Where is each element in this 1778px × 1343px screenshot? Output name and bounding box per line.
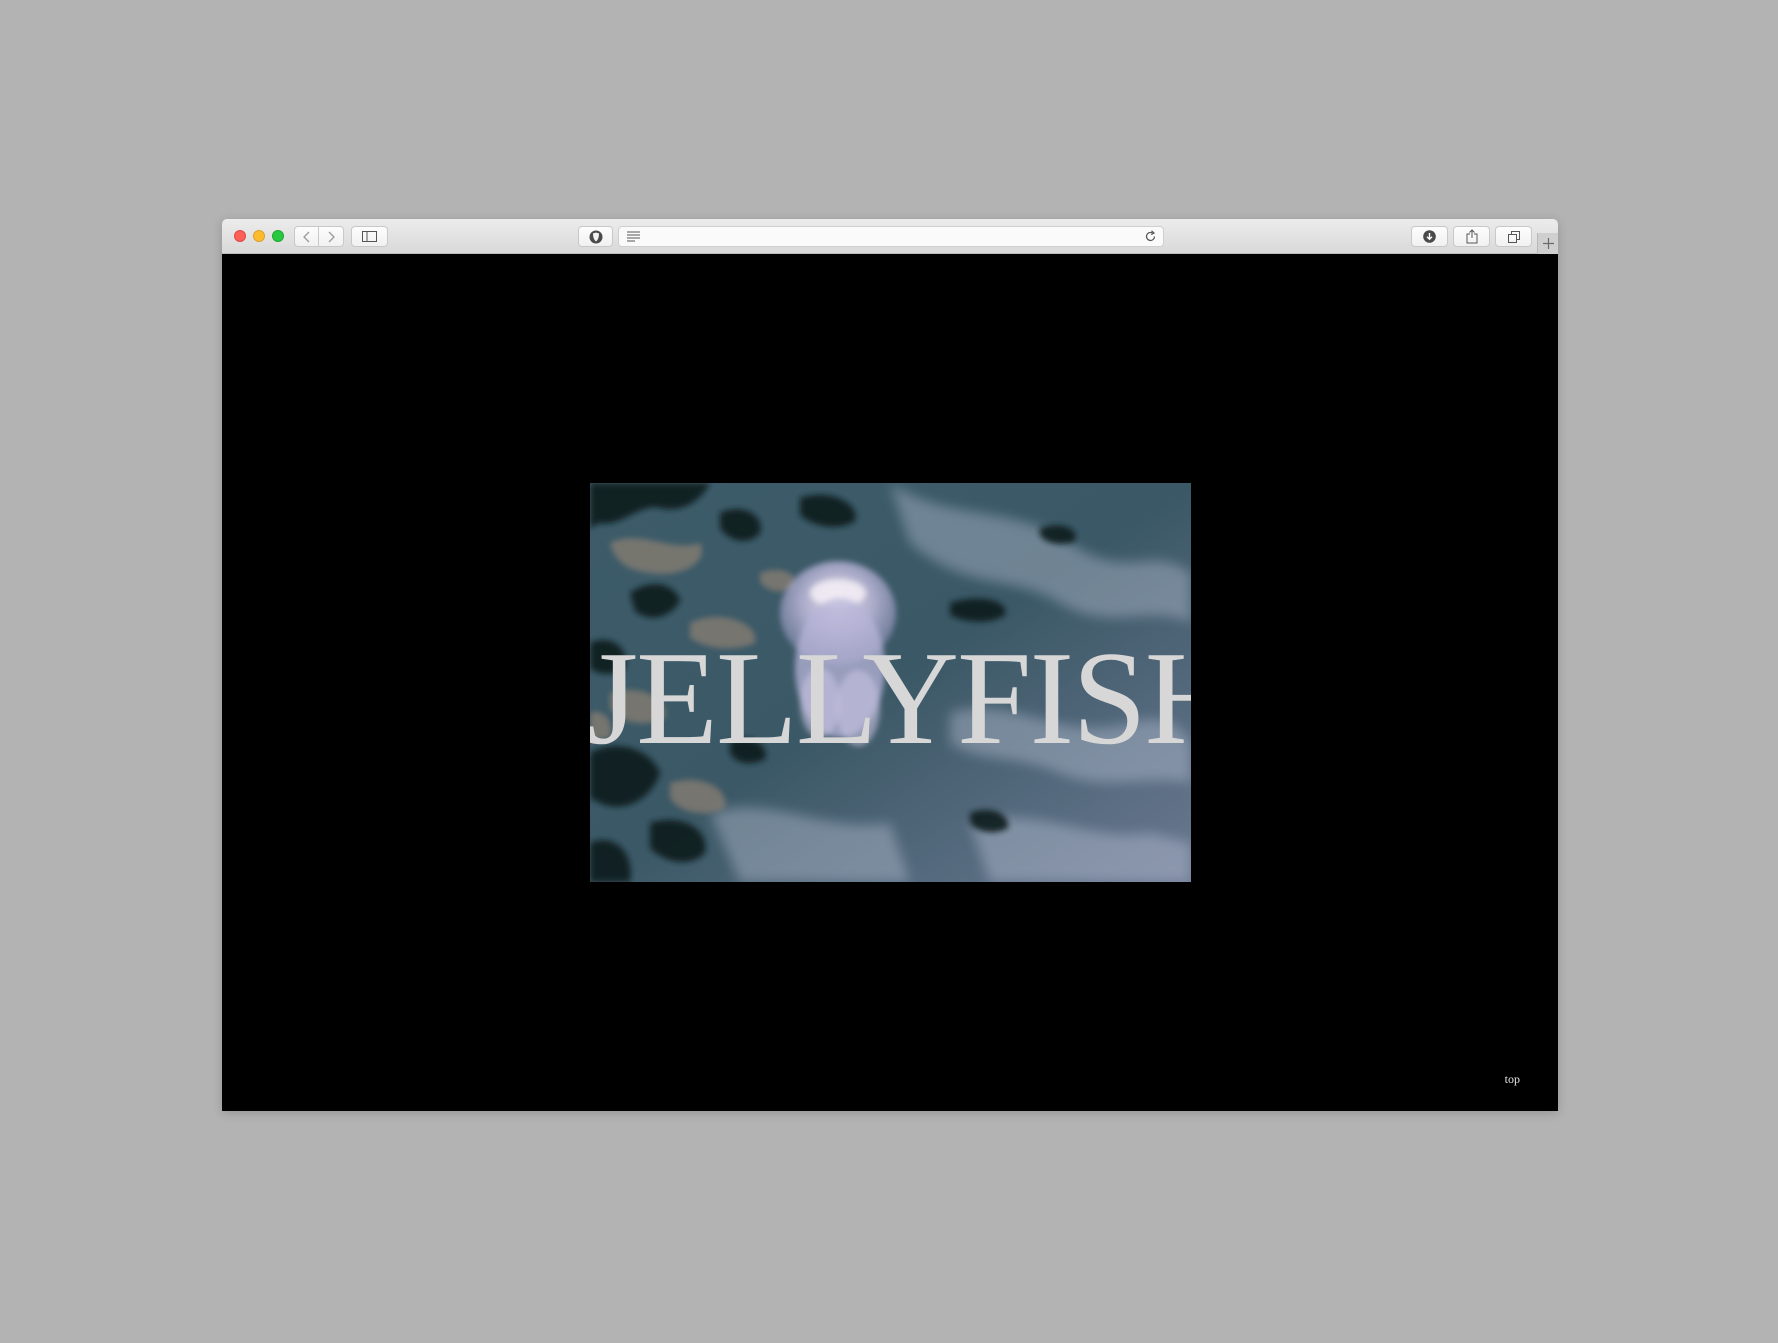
forward-icon (328, 231, 335, 242)
reader-icon[interactable] (627, 231, 640, 242)
downloads-icon (1423, 230, 1436, 243)
privacy-report-button[interactable] (578, 226, 613, 247)
new-tab-button[interactable] (1537, 233, 1558, 254)
address-bar[interactable] (618, 226, 1164, 247)
back-to-top-link[interactable]: top (1505, 1072, 1520, 1087)
maximize-window-button[interactable] (272, 230, 284, 242)
share-button[interactable] (1453, 226, 1490, 247)
sidebar-icon (362, 231, 377, 242)
hero-image: JELLYFISH (590, 483, 1191, 882)
back-icon (302, 231, 309, 242)
downloads-button[interactable] (1411, 226, 1448, 247)
tabs-overview-icon (1507, 230, 1520, 243)
sidebar-button[interactable] (351, 226, 388, 247)
back-button[interactable] (294, 226, 319, 247)
page-viewport: JELLYFISH top (222, 254, 1558, 1111)
new-tab-icon (1542, 238, 1554, 249)
close-window-button[interactable] (234, 230, 246, 242)
address-input[interactable] (645, 230, 1137, 245)
share-icon (1466, 229, 1477, 244)
reload-icon[interactable] (1144, 230, 1157, 243)
browser-toolbar (222, 219, 1558, 254)
forward-button[interactable] (319, 226, 344, 247)
privacy-icon (589, 230, 602, 243)
browser-window: JELLYFISH top (222, 219, 1558, 1111)
tabs-overview-button[interactable] (1495, 226, 1532, 247)
hero-title: JELLYFISH (590, 624, 1191, 772)
navigation-buttons (294, 226, 344, 247)
minimize-window-button[interactable] (253, 230, 265, 242)
